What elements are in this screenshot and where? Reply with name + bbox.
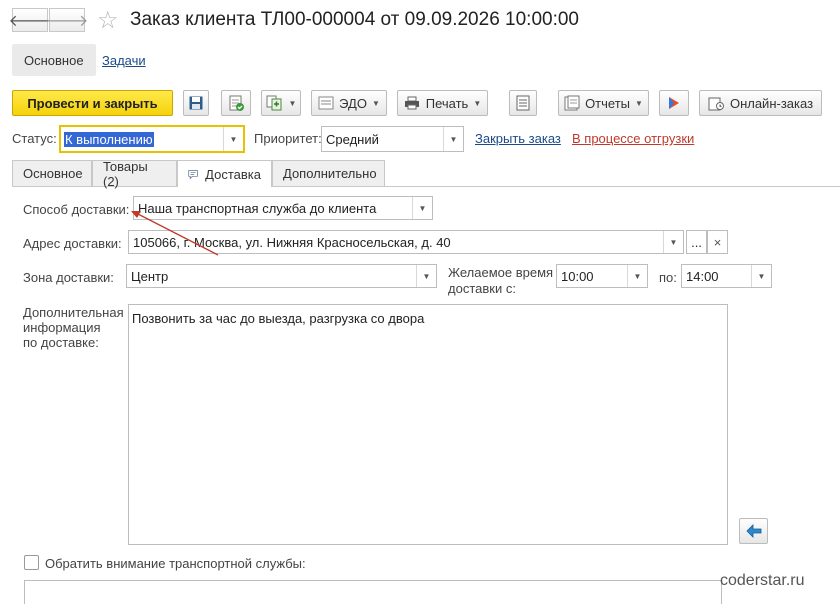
- arrow-left-icon: [745, 524, 761, 538]
- section-main[interactable]: Основное: [12, 44, 96, 76]
- additional-info-value: Позвонить за час до выезда, разгрузка со…: [132, 311, 425, 326]
- create-based-icon: [266, 95, 282, 111]
- create-based-on-button[interactable]: ▼: [261, 90, 301, 116]
- chevron-down-icon[interactable]: ▼: [663, 231, 683, 253]
- chevron-down-icon: ▼: [371, 98, 380, 108]
- priority-select[interactable]: Средний ▼: [321, 126, 464, 152]
- shipping-status-link[interactable]: В процессе отгрузки: [572, 131, 694, 146]
- reports-label: Отчеты: [585, 95, 630, 111]
- watermark: coderstar.ru: [720, 572, 805, 589]
- tab-goods[interactable]: Товары (2): [92, 159, 177, 189]
- printer-icon: [404, 96, 419, 110]
- priority-value: Средний: [326, 131, 379, 147]
- chevron-down-icon[interactable]: ▼: [412, 197, 432, 219]
- time-to-value: 14:00: [686, 268, 719, 284]
- time-to-select[interactable]: 14:00 ▼: [681, 264, 772, 288]
- additional-info-label-line1: Дополнительная: [23, 305, 124, 320]
- tab-main[interactable]: Основное: [12, 160, 92, 186]
- favorite-star-icon[interactable]: ☆: [97, 6, 119, 35]
- delivery-zone-label: Зона доставки:: [23, 270, 114, 285]
- list-document-icon: [516, 95, 530, 111]
- print-label: Печать: [425, 95, 469, 111]
- attention-textarea[interactable]: [24, 580, 722, 604]
- post-button[interactable]: [221, 90, 251, 116]
- edo-label: ЭДО: [339, 95, 367, 111]
- additional-info-label-line2: информация: [23, 320, 101, 335]
- forward-arrow-icon: 🡒: [45, 12, 89, 30]
- delivery-method-label: Способ доставки:: [23, 202, 130, 217]
- play-send-icon: [669, 97, 679, 109]
- send-button[interactable]: [659, 90, 689, 116]
- desired-time-label: Желаемое время доставки с:: [448, 265, 553, 297]
- delivery-address-field[interactable]: 105066, г. Москва, ул. Нижняя Красносель…: [128, 230, 684, 254]
- close-order-link[interactable]: Закрыть заказ: [475, 131, 561, 146]
- chevron-down-icon[interactable]: ▼: [751, 265, 771, 287]
- time-to-label: по:: [659, 270, 677, 285]
- floppy-icon: [189, 96, 203, 110]
- time-from-value: 10:00: [561, 268, 594, 284]
- delivery-zone-select[interactable]: Центр ▼: [126, 264, 437, 288]
- additional-info-label: Дополнительная информация по доставке:: [23, 305, 124, 350]
- tab-delivery-label: Доставка: [205, 166, 261, 182]
- tab-additional[interactable]: Дополнительно: [272, 160, 385, 186]
- edo-icon: [318, 96, 334, 110]
- delivery-method-value: Наша транспортная служба до клиента: [138, 200, 377, 216]
- chevron-down-icon: ▼: [473, 98, 482, 108]
- edo-button[interactable]: ЭДО ▼: [311, 90, 387, 116]
- online-order-button[interactable]: Онлайн-заказ: [699, 90, 822, 116]
- reports-button[interactable]: Отчеты ▼: [558, 90, 649, 116]
- reports-icon: [564, 95, 580, 111]
- delivery-method-select[interactable]: Наша транспортная служба до клиента ▼: [133, 196, 433, 220]
- attention-checkbox[interactable]: [24, 555, 39, 570]
- chevron-down-icon[interactable]: ▼: [416, 265, 436, 287]
- chevron-down-icon: ▼: [288, 98, 297, 108]
- delivery-address-label: Адрес доставки:: [23, 236, 122, 251]
- online-order-label: Онлайн-заказ: [729, 95, 814, 111]
- attention-label: Обратить внимание транспортной службы:: [45, 556, 306, 571]
- online-order-icon: [708, 97, 724, 111]
- priority-label: Приоритет:: [254, 131, 322, 146]
- desired-time-label-line1: Желаемое время: [448, 265, 554, 280]
- comment-icon: [188, 169, 198, 179]
- desired-time-label-line2: доставки с:: [448, 281, 516, 296]
- print-button[interactable]: Печать ▼: [397, 90, 488, 116]
- chevron-down-icon[interactable]: ▼: [443, 127, 463, 151]
- delivery-zone-value: Центр: [131, 268, 169, 284]
- forward-button[interactable]: 🡒: [46, 8, 88, 32]
- save-button[interactable]: [183, 90, 209, 116]
- window-title: Заказ клиента ТЛ00-000004 от 09.09.2026 …: [130, 9, 579, 30]
- chevron-down-icon[interactable]: ▼: [223, 127, 243, 151]
- post-and-close-button[interactable]: Провести и закрыть: [12, 90, 173, 116]
- status-label: Статус:: [12, 131, 57, 146]
- delivery-address-value: 105066, г. Москва, ул. Нижняя Красносель…: [133, 234, 451, 250]
- address-select-button[interactable]: ...: [686, 230, 707, 254]
- section-tasks[interactable]: Задачи: [90, 44, 158, 76]
- address-clear-button[interactable]: ×: [707, 230, 728, 254]
- tab-delivery[interactable]: Доставка: [177, 160, 272, 187]
- fill-info-button[interactable]: [739, 518, 768, 544]
- status-select[interactable]: К выполнению ▼: [59, 125, 245, 153]
- journal-button[interactable]: [509, 90, 537, 116]
- post-document-icon: [229, 95, 244, 111]
- additional-info-label-line3: по доставке:: [23, 335, 99, 350]
- status-value: К выполнению: [64, 131, 154, 147]
- additional-info-textarea[interactable]: Позвонить за час до выезда, разгрузка со…: [128, 304, 728, 545]
- chevron-down-icon: ▼: [635, 98, 643, 108]
- time-from-select[interactable]: 10:00 ▼: [556, 264, 648, 288]
- back-button[interactable]: 🡐: [9, 8, 51, 32]
- chevron-down-icon[interactable]: ▼: [627, 265, 647, 287]
